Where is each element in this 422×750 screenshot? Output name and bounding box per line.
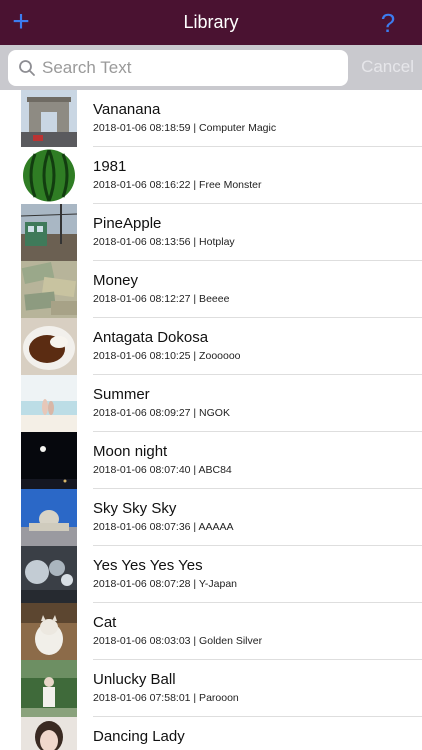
list-item[interactable]: Cat 2018-01-06 08:03:03 | Golden Silver (0, 603, 422, 660)
help-icon[interactable]: ? (376, 6, 400, 40)
item-title: Summer (93, 386, 150, 403)
page-title: Library (183, 12, 239, 32)
item-title: Sky Sky Sky (93, 500, 177, 517)
list-item[interactable]: 1981 2018-01-06 08:16:22 | Free Monster (0, 147, 422, 204)
item-subtitle: 2018-01-06 08:03:03 | Golden Silver (93, 635, 263, 647)
thumbnail-image (21, 546, 77, 603)
list-item[interactable]: Dancing Lady (0, 717, 422, 750)
thumbnail-image (21, 147, 77, 204)
thumbnail-image (21, 204, 77, 261)
item-title: Dancing Lady (93, 728, 185, 745)
thumbnail-image (21, 261, 77, 318)
thumbnail-image (21, 660, 77, 717)
thumbnail-image (21, 432, 77, 489)
list-item[interactable]: Unlucky Ball 2018-01-06 07:58:01 | Paroo… (0, 660, 422, 717)
item-subtitle: 2018-01-06 08:18:59 | Computer Magic (93, 122, 277, 134)
thumbnail-image (21, 90, 77, 147)
library-list: Vananana 2018-01-06 08:18:59 | Computer … (0, 90, 422, 750)
item-subtitle: 2018-01-06 08:07:36 | AAAAA (93, 521, 234, 533)
item-title: PineApple (93, 215, 162, 232)
thumbnail-image (21, 375, 77, 432)
item-subtitle: 2018-01-06 08:07:40 | ABC84 (93, 464, 232, 476)
thumbnail-image (21, 603, 77, 660)
list-item[interactable]: Sky Sky Sky 2018-01-06 08:07:36 | AAAAA (0, 489, 422, 546)
item-subtitle: 2018-01-06 08:10:25 | Zoooooo (93, 350, 241, 362)
add-icon[interactable]: + (6, 4, 36, 40)
item-title: Money (93, 272, 139, 289)
search-input[interactable] (42, 50, 332, 86)
item-title: Cat (93, 614, 117, 631)
thumbnail-image (21, 489, 77, 546)
search-bar: Cancel (0, 45, 422, 90)
item-title: Moon night (93, 443, 168, 460)
list-item[interactable]: Money 2018-01-06 08:12:27 | Beeee (0, 261, 422, 318)
list-item[interactable]: Vananana 2018-01-06 08:18:59 | Computer … (0, 90, 422, 147)
thumbnail-image (21, 717, 77, 750)
list-item[interactable]: Moon night 2018-01-06 08:07:40 | ABC84 (0, 432, 422, 489)
navigation-bar: + Library ? (0, 0, 422, 45)
list-item[interactable]: Antagata Dokosa 2018-01-06 08:10:25 | Zo… (0, 318, 422, 375)
search-icon (12, 50, 42, 86)
item-title: 1981 (93, 158, 127, 175)
search-field[interactable] (8, 50, 348, 86)
item-title: Vananana (93, 101, 161, 118)
thumbnail-image (21, 318, 77, 375)
item-subtitle: 2018-01-06 07:58:01 | Parooon (93, 692, 239, 704)
list-item[interactable]: Yes Yes Yes Yes 2018-01-06 08:07:28 | Y-… (0, 546, 422, 603)
item-title: Unlucky Ball (93, 671, 176, 688)
list-item[interactable]: PineApple 2018-01-06 08:13:56 | Hotplay (0, 204, 422, 261)
item-subtitle: 2018-01-06 08:13:56 | Hotplay (93, 236, 235, 248)
list-item[interactable]: Summer 2018-01-06 08:09:27 | NGOK (0, 375, 422, 432)
item-subtitle: 2018-01-06 08:12:27 | Beeee (93, 293, 230, 305)
cancel-button[interactable]: Cancel (361, 57, 414, 77)
item-subtitle: 2018-01-06 08:09:27 | NGOK (93, 407, 230, 419)
item-title: Antagata Dokosa (93, 329, 209, 346)
item-subtitle: 2018-01-06 08:07:28 | Y-Japan (93, 578, 238, 590)
item-subtitle: 2018-01-06 08:16:22 | Free Monster (93, 179, 262, 191)
item-title: Yes Yes Yes Yes (93, 557, 203, 574)
